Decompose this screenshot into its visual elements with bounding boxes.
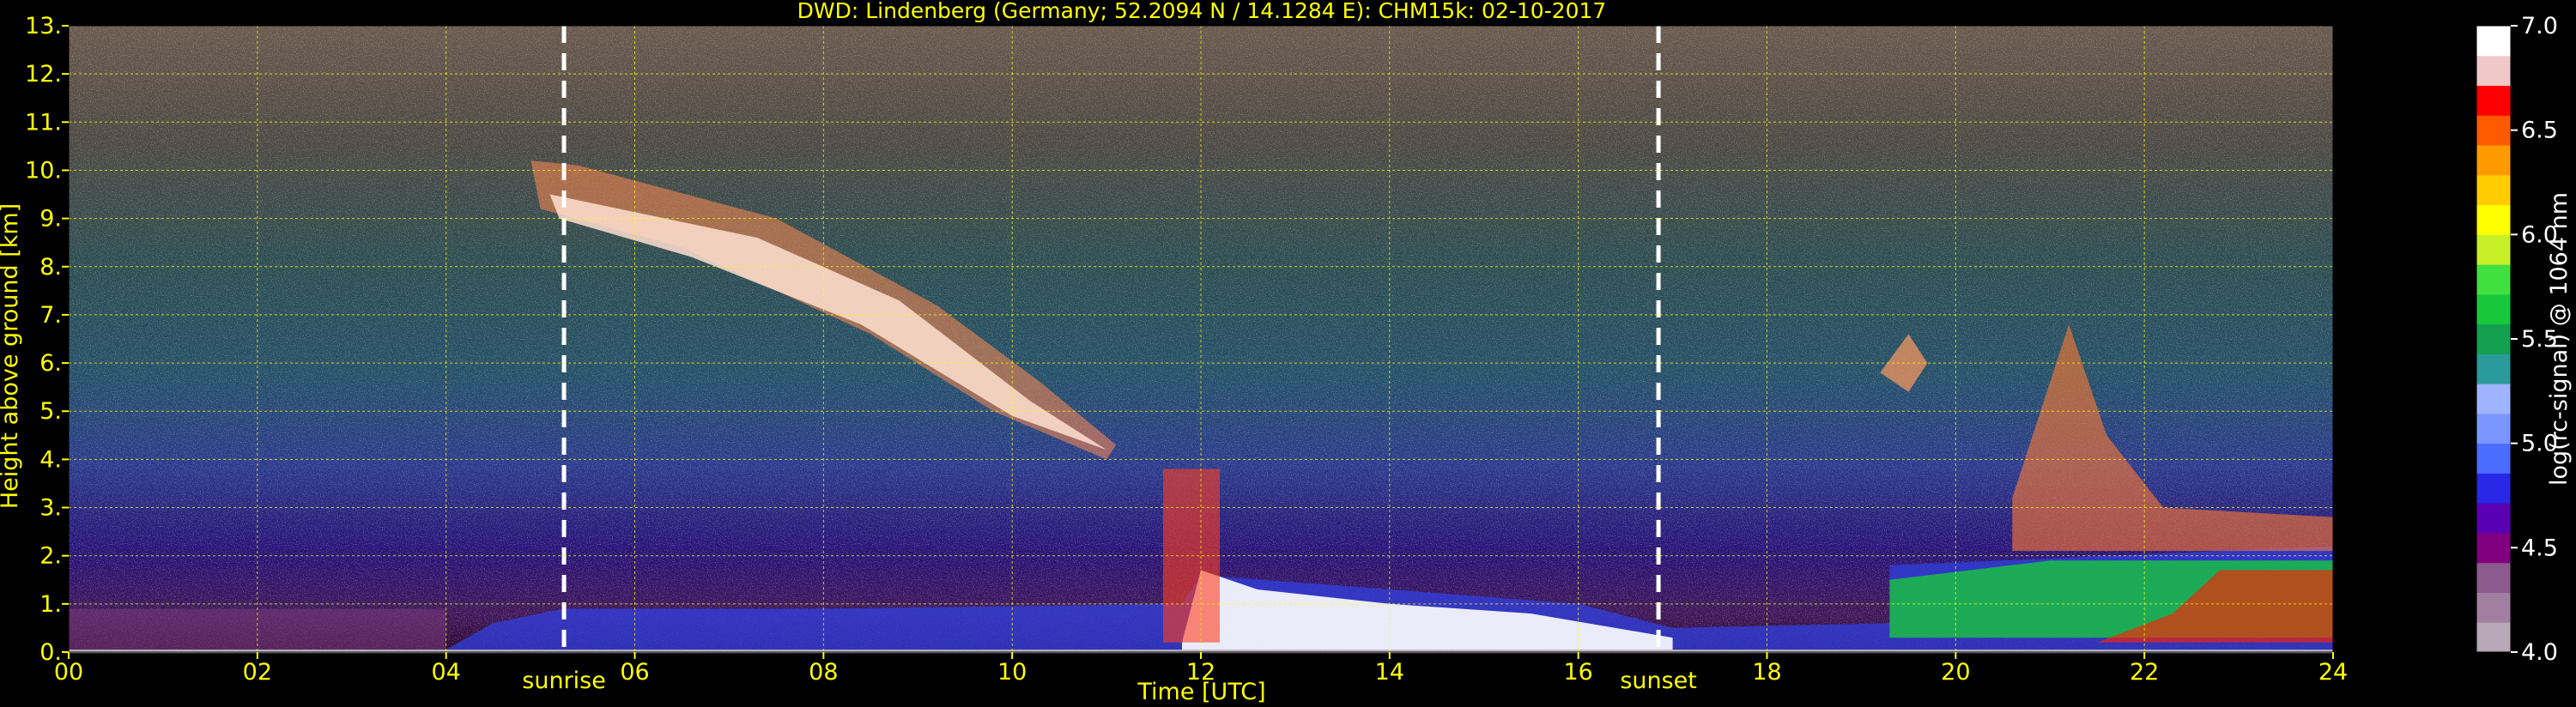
- colorbar-label: log(rc-signal) @ 1064 nm: [2546, 192, 2573, 486]
- x-tick-label: 20: [1941, 659, 1970, 686]
- colorbar-swatch: [2476, 234, 2511, 265]
- x-tick-label: 18: [1752, 659, 1781, 686]
- y-tick-label: 5.: [39, 398, 62, 425]
- y-tick-label: 6.: [39, 350, 62, 377]
- lidar-chart: sunrise sunset 00 02 04 06 08 10 12 14 16 18 20 22 24…: [0, 0, 2573, 705]
- colorbar-swatch: [2476, 413, 2511, 444]
- colorbar-swatch: [2476, 384, 2511, 414]
- y-tick-label: 2.: [39, 543, 62, 570]
- x-axis-label: Time [UTC]: [1136, 679, 1265, 705]
- x-tick-label: 24: [2318, 659, 2348, 686]
- colorbar-swatch: [2476, 55, 2511, 87]
- colorbar-swatch: [2476, 592, 2511, 623]
- colorbar-swatch: [2476, 323, 2511, 354]
- x-tick-label: 14: [1375, 659, 1404, 686]
- colorbar-swatch: [2476, 562, 2511, 593]
- chart-title: DWD: Lindenberg (Germany; 52.2094 N / 14…: [797, 0, 1607, 23]
- colorbar-swatch: [2476, 145, 2511, 176]
- y-tick-label: 8.: [39, 254, 62, 281]
- colorbar-swatch: [2476, 622, 2511, 653]
- y-tick-label: 10.: [25, 157, 62, 184]
- sunrise-label: sunrise: [522, 668, 606, 694]
- y-tick-label: 1.: [39, 591, 62, 618]
- y-axis-label: Height above ground [km]: [0, 203, 23, 509]
- colorbar-swatch: [2476, 264, 2511, 295]
- y-tick-label: 9.: [39, 206, 62, 233]
- colorbar-swatch: [2476, 174, 2511, 206]
- colorbar-swatch: [2476, 293, 2511, 325]
- colorbar-swatch: [2476, 85, 2511, 116]
- colorbar-tick-label: 6.5: [2521, 118, 2558, 144]
- colorbar-tick-label: 4.5: [2521, 535, 2558, 561]
- x-tick-label: 10: [997, 659, 1027, 686]
- colorbar-tick-label: 7.0: [2521, 13, 2558, 39]
- y-tick-label: 3.: [39, 495, 62, 522]
- colorbar-swatch: [2476, 354, 2511, 384]
- colorbar-swatch: [2476, 204, 2511, 235]
- colorbar-swatch: [2476, 26, 2511, 57]
- sunset-label: sunset: [1620, 668, 1697, 694]
- colorbar-swatch: [2476, 503, 2511, 534]
- x-tick-label: 02: [243, 659, 272, 686]
- y-tick-label: 12.: [25, 61, 62, 88]
- x-tick-label: 06: [620, 659, 649, 686]
- x-tick-label: 16: [1563, 659, 1592, 686]
- colorbar-swatch: [2476, 443, 2511, 474]
- x-tick-label: 08: [809, 659, 838, 686]
- colorbar-swatch: [2476, 473, 2511, 504]
- y-tick-label: 7.: [39, 302, 62, 329]
- colorbar-tick-label: 4.0: [2521, 639, 2558, 666]
- colorbar-swatch: [2476, 532, 2511, 564]
- x-tick-label: 22: [2130, 659, 2159, 686]
- y-tick-label: 11.: [25, 109, 62, 136]
- y-tick-label: 13.: [25, 13, 62, 39]
- colorbar-swatch: [2476, 115, 2511, 146]
- y-tick-label: 4.: [39, 446, 62, 473]
- y-tick-label: 0.: [39, 639, 62, 666]
- x-tick-label: 04: [431, 659, 460, 686]
